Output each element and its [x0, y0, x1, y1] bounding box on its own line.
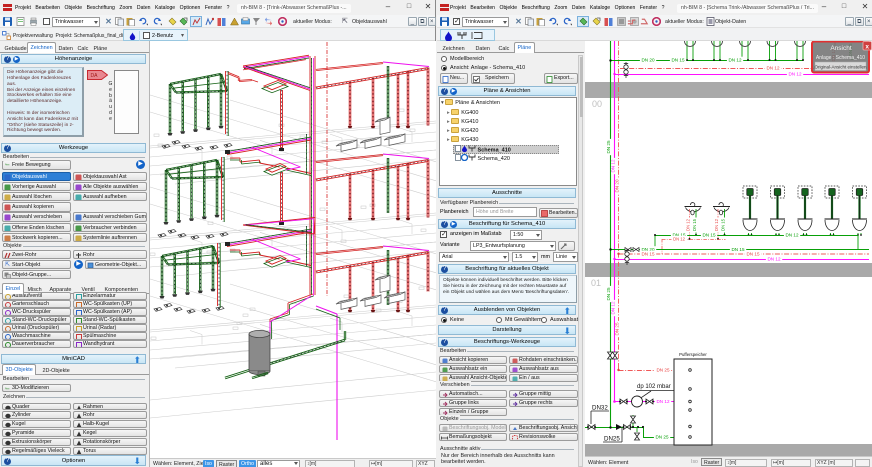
svg-text:DN 25: DN 25 — [655, 435, 668, 440]
svg-text:DN 15: DN 15 — [692, 218, 697, 231]
svg-text:DN 15: DN 15 — [731, 247, 744, 252]
svg-text:DN 12: DN 12 — [686, 218, 691, 231]
svg-text:DN 12: DN 12 — [611, 159, 616, 172]
svg-text:dp 102 mbar: dp 102 mbar — [637, 384, 671, 390]
svg-text:DN 12: DN 12 — [714, 218, 719, 231]
svg-text:DN 12: DN 12 — [656, 399, 669, 404]
svg-text:Ansicht: Ansicht — [830, 45, 852, 52]
svg-text:DN 25: DN 25 — [606, 140, 611, 153]
svg-text:DN 15: DN 15 — [702, 233, 715, 238]
svg-text:DN 12: DN 12 — [728, 58, 741, 63]
svg-text:Original-Ansicht einstellen: Original-Ansicht einstellen — [814, 64, 867, 69]
svg-text:00: 00 — [592, 99, 602, 109]
svg-text:DN 12: DN 12 — [673, 237, 686, 242]
svg-text:DN 15: DN 15 — [721, 218, 726, 231]
svg-text:DN 12: DN 12 — [766, 66, 779, 71]
svg-text:x: x — [865, 43, 869, 50]
svg-text:DA: DA — [91, 73, 99, 79]
svg-text:DN 15: DN 15 — [746, 252, 759, 257]
svg-text:DN 12: DN 12 — [611, 301, 616, 314]
svg-text:DN 25: DN 25 — [615, 322, 620, 335]
svg-text:DN32: DN32 — [592, 405, 608, 412]
svg-text:DN 15: DN 15 — [641, 252, 654, 257]
svg-text:01: 01 — [591, 278, 601, 288]
svg-text:DN 20: DN 20 — [615, 179, 620, 192]
svg-text:DN 12: DN 12 — [788, 72, 801, 77]
svg-text:DN 15: DN 15 — [671, 58, 684, 63]
svg-text:DN 25: DN 25 — [656, 368, 669, 373]
svg-text:DN 20: DN 20 — [641, 58, 654, 63]
svg-text:Pufferspeicher: Pufferspeicher — [679, 352, 707, 357]
svg-text:DN 25: DN 25 — [606, 287, 611, 300]
svg-text:DN 12: DN 12 — [785, 233, 798, 238]
svg-text:Anlage : Schema_410: Anlage : Schema_410 — [816, 55, 865, 61]
svg-text:DN 12: DN 12 — [767, 257, 780, 262]
svg-text:DN25: DN25 — [604, 436, 620, 443]
